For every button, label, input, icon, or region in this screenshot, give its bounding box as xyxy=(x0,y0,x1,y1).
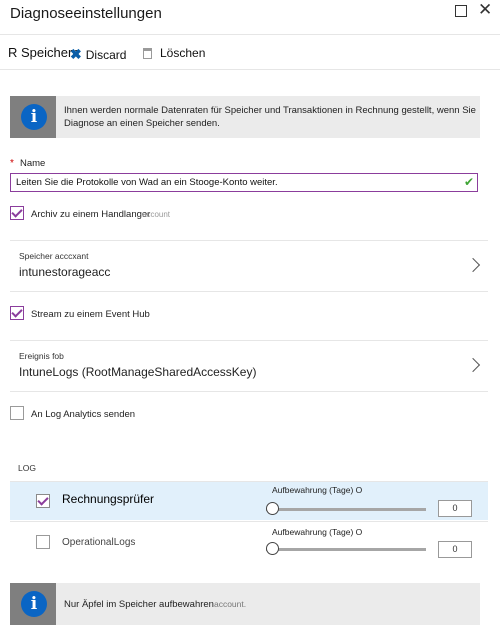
save-button[interactable]: R Speichern xyxy=(8,45,80,60)
archive-ghost-text: account xyxy=(142,210,171,219)
retention-label: Aufbewahrung (Tage) O xyxy=(272,527,363,537)
retention-days-input[interactable]: 0 xyxy=(438,541,472,558)
log-row-checkbox[interactable] xyxy=(36,535,50,549)
retention-slider[interactable] xyxy=(266,502,426,515)
info-banner-line1: Nur Äpfel im Speicher aufbewahren xyxy=(64,599,214,610)
event-hub-namespace-selector[interactable]: Ereignis fob IntuneLogs (RootManageShare… xyxy=(10,341,488,391)
info-banner-icon-area: i xyxy=(10,96,56,138)
discard-button[interactable]: ✖ Discard xyxy=(70,46,126,63)
trash-icon xyxy=(143,47,152,59)
archive-label: Archiv zu einem Handlanger xyxy=(31,209,151,220)
name-label: Name xyxy=(20,158,46,169)
event-hub-namespace-label: Ereignis fob xyxy=(19,351,64,361)
close-icon[interactable]: ✕ xyxy=(478,1,492,18)
info-banner-text: Ihnen werden normale Datenraten für Spei… xyxy=(64,104,480,130)
log-category-name: Rechnungsprüfer xyxy=(62,492,155,506)
retention-slider[interactable] xyxy=(266,542,426,555)
required-marker: * xyxy=(10,158,14,169)
discard-x-icon: ✖ xyxy=(70,46,82,62)
discard-button-label: Discard xyxy=(85,47,127,62)
info-banner-text: Nur Äpfel im Speicher aufbewahrenaccount… xyxy=(64,598,480,611)
divider xyxy=(10,291,488,292)
blade-title: Diagnoseeinstellungen xyxy=(10,5,162,22)
save-button-label: R Speichern xyxy=(8,45,80,60)
retention-days-input[interactable]: 0 xyxy=(438,500,472,517)
log-analytics-checkbox[interactable] xyxy=(10,406,24,420)
retention-slider-thumb[interactable] xyxy=(266,502,279,515)
name-input[interactable] xyxy=(10,173,478,192)
retention-slider-thumb[interactable] xyxy=(266,542,279,555)
storage-account-value: intunestorageacc xyxy=(19,265,111,279)
chevron-right-icon xyxy=(465,357,481,373)
info-banner-line2: Diagnose an einen Speicher senden. xyxy=(64,118,220,129)
title-bar: Diagnoseeinstellungen ✕ xyxy=(0,0,500,34)
info-banner-line1: Ihnen werden normale Datenraten für Spei… xyxy=(64,105,476,116)
event-hub-checkbox[interactable] xyxy=(10,306,24,320)
info-banner-ghost-text: account. xyxy=(213,599,247,609)
event-hub-label: Stream zu einem Event Hub xyxy=(31,309,150,320)
storage-account-selector[interactable]: Speicher acccxant intunestorageacc xyxy=(10,241,488,291)
log-row[interactable]: Rechnungsprüfer Aufbewahrung (Tage) O 0 xyxy=(10,482,488,520)
maximize-icon[interactable] xyxy=(455,5,467,17)
command-bar: R Speichern ✖ Discard Löschen xyxy=(0,35,500,69)
storage-account-label: Speicher acccxant xyxy=(19,251,89,261)
divider xyxy=(0,69,500,70)
event-hub-namespace-value: IntuneLogs (RootManageSharedAccessKey) xyxy=(19,365,257,379)
delete-button[interactable]: Löschen xyxy=(143,46,205,60)
log-analytics-label: An Log Analytics senden xyxy=(31,409,136,420)
retention-label: Aufbewahrung (Tage) O xyxy=(272,485,363,495)
log-row-checkbox[interactable] xyxy=(36,494,50,508)
info-banner-icon-area: i xyxy=(10,583,56,625)
info-icon: i xyxy=(21,591,47,617)
archive-checkbox[interactable] xyxy=(10,206,24,220)
info-banner-charges: i Ihnen werden normale Datenraten für Sp… xyxy=(10,96,480,138)
valid-check-icon: ✔ xyxy=(464,175,475,189)
info-icon: i xyxy=(21,104,47,130)
log-category-name: OperationalLogs xyxy=(62,537,136,548)
divider xyxy=(10,391,488,392)
chevron-right-icon xyxy=(465,257,481,273)
log-section-heading: LOG xyxy=(18,463,36,473)
delete-button-label: Löschen xyxy=(160,46,206,60)
info-banner-storage: i Nur Äpfel im Speicher aufbewahrenaccou… xyxy=(10,583,480,625)
log-row[interactable]: OperationalLogs Aufbewahrung (Tage) O 0 xyxy=(10,522,488,560)
